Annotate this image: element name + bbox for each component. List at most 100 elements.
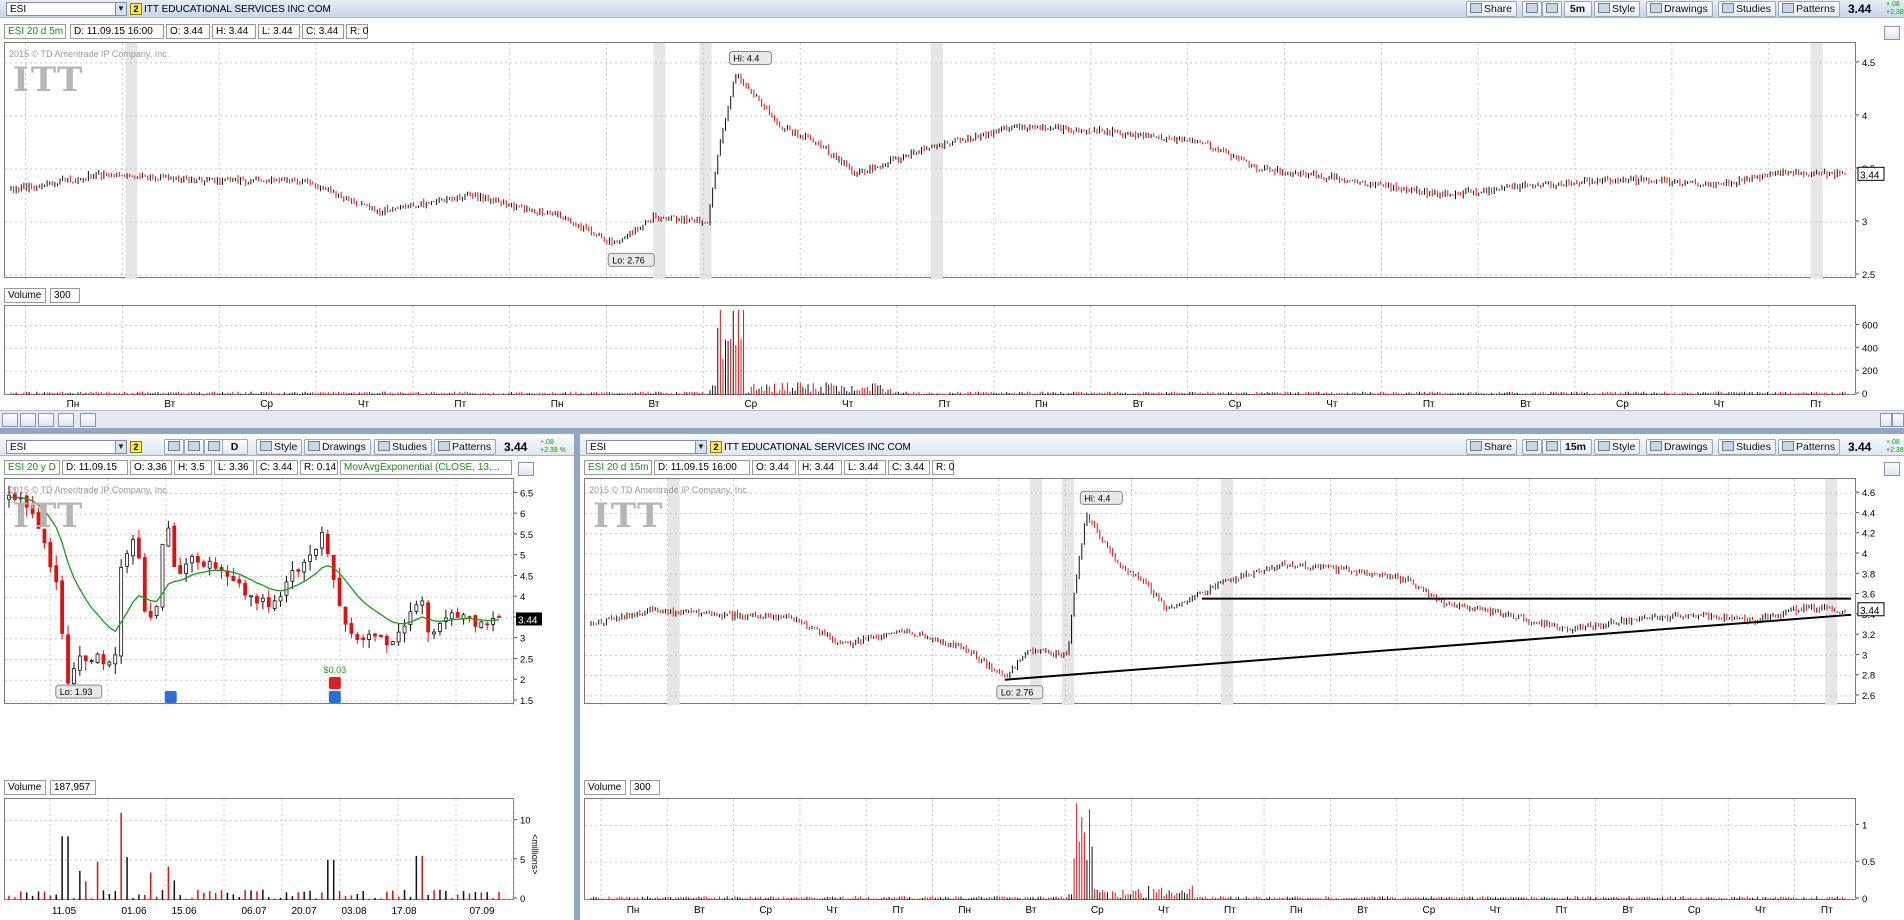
zoom-in-icon[interactable] bbox=[2, 413, 18, 427]
day-label: Пт bbox=[892, 905, 904, 916]
intraday-price-axis[interactable]: 4.64.44.243.83.63.43.232.82.63.44 bbox=[1856, 476, 1902, 708]
lo-label: Lo: 2.76 bbox=[612, 255, 645, 265]
day-label: Ср bbox=[1091, 905, 1104, 916]
day-label: Чт bbox=[358, 399, 370, 410]
day-label: Вт bbox=[1357, 905, 1368, 916]
daily-price-tag: 3.44 bbox=[518, 615, 538, 626]
day-label: Пт bbox=[1556, 905, 1568, 916]
intraday-price-chart[interactable]: Hi: 4.4 Lo: 2.76 2015 © TD Ameritrade IP … bbox=[584, 478, 1857, 705]
daily-share-icon-button[interactable] bbox=[164, 439, 184, 455]
daily-candle-body bbox=[95, 653, 100, 664]
daily-candle-body bbox=[77, 655, 82, 671]
patterns-button[interactable]: Patterns bbox=[1778, 1, 1841, 17]
expand-icon[interactable] bbox=[80, 413, 96, 427]
daily-candle-body bbox=[485, 623, 490, 626]
intraday-itt-logo: ITT bbox=[593, 496, 665, 536]
intraday-link-badge[interactable]: 2 bbox=[710, 441, 722, 453]
studies-button[interactable]: Studies bbox=[1718, 1, 1777, 17]
daily-candle-body bbox=[213, 562, 218, 569]
top-time-axis[interactable]: Пн Вт Ср Чт Пт Пн Вт Ср Чт Пт Пн Вт Ср Чт Пт Вт Ср Чт Пт bbox=[4, 396, 1856, 410]
interval-button[interactable]: 5m bbox=[1564, 1, 1592, 17]
daily-candle-body bbox=[113, 654, 118, 665]
top-chart-options-icon[interactable] bbox=[1884, 26, 1900, 40]
top-chart-panel: ESI ▼ 2 ITT EDUCATIONAL SERVICES INC COM… bbox=[0, 0, 1904, 429]
top-price-chart[interactable]: Hi: 4.4 Lo: 2.76 2015 © TD Ameritrade IP … bbox=[4, 42, 1857, 279]
daily-chart-description[interactable]: ESI 20 y D bbox=[4, 460, 60, 475]
intraday-last-price: 3.44 bbox=[1848, 440, 1872, 454]
style-icon bbox=[1598, 3, 1610, 13]
daily-patterns-button[interactable]: Patterns bbox=[434, 439, 497, 455]
day-label: Пт bbox=[1810, 399, 1822, 410]
daily-interval-button[interactable]: D bbox=[222, 439, 248, 455]
day-label: Вт bbox=[1133, 399, 1144, 410]
intraday-interval-button[interactable]: 15m bbox=[1560, 439, 1592, 455]
share-icon bbox=[168, 441, 180, 451]
intraday-volume-svg bbox=[585, 799, 1857, 901]
intraday-drawings-button[interactable]: Drawings bbox=[1646, 439, 1713, 455]
settings-icon-button[interactable] bbox=[1522, 1, 1542, 17]
daily-tools-icon-button[interactable] bbox=[204, 439, 224, 455]
daily-candle-body bbox=[166, 527, 171, 547]
tools-icon-button[interactable] bbox=[1542, 1, 1562, 17]
daily-style-button[interactable]: Style bbox=[256, 439, 303, 455]
daily-study-label[interactable]: MovAvgExponential (CLOSE, 13,... bbox=[340, 460, 512, 475]
daily-itt-logo: ITT bbox=[13, 496, 85, 536]
style-button[interactable]: Style bbox=[1594, 1, 1641, 17]
intraday-chart-description[interactable]: ESI 20 d 15m bbox=[584, 460, 652, 475]
intraday-symbol-input[interactable]: ESI bbox=[586, 440, 696, 454]
daily-link-badge[interactable]: 2 bbox=[130, 441, 142, 453]
intraday-time-axis[interactable]: Пн Вт Ср Чт Пт Пн Вт Ср Чт Пт Пн Вт Ср Чт Пт Вт Ср Чт Пт bbox=[584, 902, 1856, 918]
top-bottom-toolbar bbox=[0, 410, 1904, 429]
daily-price-axis[interactable]: 6.565.554.543.532.521.53.44 bbox=[514, 476, 572, 708]
daily-symbol-input[interactable]: ESI bbox=[6, 440, 116, 454]
pencil-icon bbox=[308, 441, 320, 451]
day-label: Вт bbox=[164, 399, 175, 410]
day-label: Чт bbox=[1158, 905, 1170, 916]
daily-time-axis[interactable]: 11.05 01.06 15.06 06.07 20.07 03.08 17.08 07.09 bbox=[4, 902, 514, 918]
volume-tick-label: 200 bbox=[1862, 366, 1878, 377]
share-button[interactable]: Share bbox=[1466, 1, 1518, 17]
intraday-style-button[interactable]: Style bbox=[1594, 439, 1641, 455]
daily-price-tick-label: 3 bbox=[520, 634, 525, 645]
intraday-tools-icon-button[interactable] bbox=[1542, 439, 1562, 455]
pan-hand-icon[interactable] bbox=[58, 413, 74, 427]
daily-volume-chart[interactable] bbox=[4, 798, 515, 901]
top-volume-chart[interactable] bbox=[4, 305, 1857, 396]
top-price-axis[interactable]: 4.543.532.53.44 bbox=[1856, 40, 1902, 280]
daily-candle-body bbox=[497, 616, 501, 618]
chart-description[interactable]: ESI 20 d 5m bbox=[4, 24, 66, 39]
intraday-copyright-watermark: 2015 © TD Ameritrade IP Company, Inc. bbox=[589, 485, 750, 495]
daily-settings-icon-button[interactable] bbox=[184, 439, 204, 455]
price-tag: 3.44 bbox=[1860, 170, 1880, 181]
intraday-patterns-button[interactable]: Patterns bbox=[1778, 439, 1841, 455]
daily-drawings-button[interactable]: Drawings bbox=[304, 439, 371, 455]
daily-candle-body bbox=[426, 602, 431, 633]
drawings-button[interactable]: Drawings bbox=[1646, 1, 1713, 17]
link-badge[interactable]: 2 bbox=[130, 3, 142, 15]
daily-candle-body bbox=[361, 637, 366, 641]
comment-icon[interactable] bbox=[38, 413, 54, 427]
intraday-volume-chart[interactable] bbox=[584, 798, 1857, 901]
daily-candle-body bbox=[266, 597, 271, 607]
daily-candle-body bbox=[190, 556, 194, 564]
daily-chart-options-icon[interactable] bbox=[518, 462, 534, 476]
daily-price-chart[interactable]: Lo: 1.93 $0.03 2015 © TD Ameritrade IP Co… bbox=[4, 478, 515, 705]
zoom-out-icon[interactable] bbox=[20, 413, 36, 427]
intraday-symbol-dropdown-icon[interactable]: ▼ bbox=[695, 440, 707, 454]
price-tick-label: 4 bbox=[1862, 111, 1867, 122]
intraday-settings-icon-button[interactable] bbox=[1522, 439, 1542, 455]
daily-candle-body bbox=[414, 604, 419, 612]
scroll-right-icon[interactable] bbox=[1892, 413, 1904, 427]
symbol-input[interactable]: ESI bbox=[6, 2, 116, 16]
symbol-dropdown-icon[interactable]: ▼ bbox=[115, 2, 127, 16]
daily-studies-button[interactable]: Studies bbox=[374, 439, 433, 455]
daily-symbol-dropdown-icon[interactable]: ▼ bbox=[115, 440, 127, 454]
intraday-share-button[interactable]: Share bbox=[1466, 439, 1518, 455]
intraday-chart-options-icon[interactable] bbox=[1884, 462, 1900, 476]
price-change-pct: +2.38 bbox=[1886, 9, 1904, 16]
day-label: Чт bbox=[826, 905, 838, 916]
intraday-studies-button[interactable]: Studies bbox=[1718, 439, 1777, 455]
daily-price-tick-label: 2 bbox=[520, 675, 525, 686]
scroll-left-icon[interactable] bbox=[1880, 413, 1892, 427]
info-open: O: 3.44 bbox=[166, 24, 210, 39]
